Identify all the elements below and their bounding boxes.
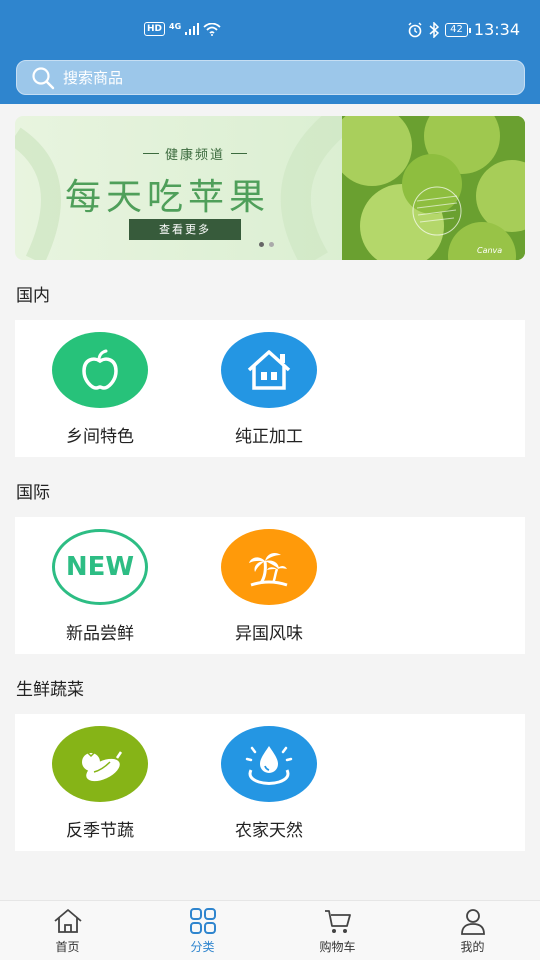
status-bar: HD 4G 42 13:34 [0,0,540,60]
header: HD 4G 42 13:34 搜索商品 [0,0,540,104]
search-placeholder: 搜索商品 [63,69,124,87]
water-drop-icon [221,726,317,802]
category-card-vegetables: 反季节蔬 农家天然 [15,714,525,851]
category-label: 异国风味 [235,624,303,644]
home-icon [53,909,82,933]
wifi-icon [203,22,221,36]
banner-dot[interactable] [259,242,264,247]
tab-cart[interactable]: 购物车 [270,901,405,960]
search-icon [32,66,55,89]
section-title-domestic: 国内 [16,286,50,306]
category-item[interactable]: NEW 新品尝鲜 [45,529,155,644]
tab-category[interactable]: 分类 [135,901,270,960]
category-label: 农家天然 [235,821,303,841]
category-item[interactable]: 农家天然 [214,726,324,841]
category-card-international: NEW 新品尝鲜 异国风味 [15,517,525,654]
category-item[interactable]: 异国风味 [214,529,324,644]
category-item[interactable]: 反季节蔬 [45,726,155,841]
category-item[interactable]: 纯正加工 [214,332,324,447]
banner-title: 每天吃苹果 [65,177,271,218]
network-indicators: HD 4G [144,22,221,36]
vegetables-icon [52,726,148,802]
alarm-icon [408,21,422,37]
tab-profile[interactable]: 我的 [405,901,540,960]
tab-label: 购物车 [319,940,356,954]
category-label: 新品尝鲜 [66,624,134,644]
hd-badge: HD [144,22,166,36]
banner-dot[interactable] [269,242,274,247]
category-label: 纯正加工 [235,427,303,447]
tab-label: 我的 [460,940,485,954]
bluetooth-icon [429,21,440,38]
section-title-international: 国际 [16,483,50,503]
status-time: 13:34 [473,20,520,39]
signal-icon [185,23,200,35]
banner-channel: 健康频道 [143,144,248,163]
status-right: 42 13:34 [407,20,520,39]
tab-label: 首页 [55,940,80,954]
category-label: 乡间特色 [66,427,134,447]
tab-home[interactable]: 首页 [0,901,135,960]
apples-image: Canva [342,116,525,260]
apple-icon [52,332,148,408]
category-card-domestic: 乡间特色 纯正加工 [15,320,525,457]
search-bar[interactable]: 搜索商品 [16,60,525,95]
tab-label: 分类 [190,940,215,954]
grid-icon [189,908,216,934]
banner-watermark: Canva [477,246,502,255]
promo-banner[interactable]: Canva 健康频道 每天吃苹果 查看更多 [15,116,525,260]
network-type: 4G [169,21,182,31]
battery-indicator: 42 [445,22,471,37]
user-icon [460,909,485,935]
banner-more-button[interactable]: 查看更多 [129,219,241,240]
category-item[interactable]: 乡间特色 [45,332,155,447]
category-label: 反季节蔬 [66,821,134,841]
bottom-tab-bar: 首页 分类 购物车 我的 [0,900,540,960]
palm-tree-icon [221,529,317,605]
new-badge-icon: NEW [52,529,148,605]
house-icon [221,332,317,408]
section-title-fresh-vegetables: 生鲜蔬菜 [16,680,84,700]
banner-pagination [259,242,274,247]
cart-icon [324,910,351,933]
